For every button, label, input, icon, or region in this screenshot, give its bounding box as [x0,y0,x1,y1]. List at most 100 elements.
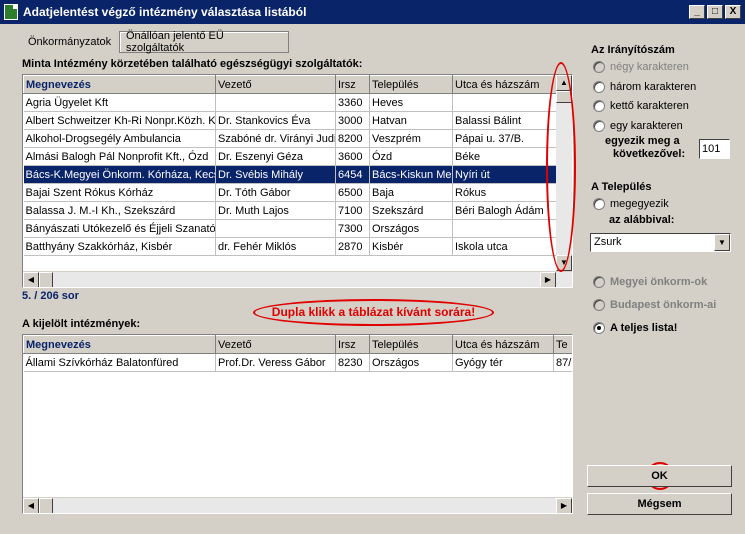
table-cell: Szekszárd [369,201,453,220]
table-cell: Bács-Kiskun Megye [369,165,453,184]
scroll-left-icon[interactable]: ◀ [23,498,39,513]
table-row[interactable]: Almási Balogh Pál Nonprofit Kft., Ózd Dr.… [23,147,572,166]
telepules-heading: A Település [591,181,652,193]
match-label: következővel: [613,148,686,160]
scroll-thumb[interactable] [39,272,53,287]
table-row[interactable]: Agria Ügyelet Kft 3360 Heves [23,93,572,112]
table-cell: Bajai Szent Rókus Kórház [23,183,216,202]
table-cell: Veszprém [369,129,453,148]
scrollbar-highlight-ellipse [546,62,576,272]
table-cell: Agria Ügyelet Kft [23,93,216,112]
irsz-match-input[interactable]: 101 [699,139,730,159]
title-bar: Adatjelentést végző intézmény választása… [0,0,745,24]
maximize-button[interactable]: □ [707,5,723,19]
table-cell: Dr. Stankovics Éva [215,111,336,130]
horizontal-scrollbar[interactable]: ◀ ▶ [23,271,572,287]
minimize-button[interactable]: _ [689,5,705,19]
radio-irsz-3[interactable] [593,81,605,93]
table-row[interactable]: Bajai Szent Rókus Kórház Dr. Tóth Gábor 65… [23,183,572,202]
radio-teljes-lista[interactable] [593,322,605,334]
column-header[interactable]: Irsz [335,335,370,354]
radio-label: kettő karakteren [610,100,689,112]
cancel-button[interactable]: Mégsem [587,493,732,515]
selected-rows: Állami Szívkórház Balatonfüred Prof.Dr. V… [23,353,572,372]
table-cell: Balassa J. M.-I Kh., Szekszárd [23,201,216,220]
table-cell: Dr. Eszenyi Géza [215,147,336,166]
tab-eu-szolgaltatok[interactable]: Önállóan jelentő EÜ szolgáltatók [119,30,289,54]
table-row[interactable]: Batthyány Szakkórház, Kisbér dr. Fehér Mi… [23,237,572,256]
table-cell: Állami Szívkórház Balatonfüred [23,353,216,372]
table-row[interactable]: Bányászati Utókezelő és Éjjeli Szanatóri… [23,219,572,238]
radio-label: A teljes lista! [610,322,678,334]
header-row: Megnevezés Vezető Irsz Település Utca és… [23,75,572,94]
radio-telepules[interactable] [593,198,605,210]
chevron-down-icon[interactable]: ▼ [714,234,730,251]
table-cell: Almási Balogh Pál Nonprofit Kft., Ózd [23,147,216,166]
table-row[interactable]: Albert Schweitzer Kh-Ri Nonpr.Közh. Kft D… [23,111,572,130]
column-header[interactable]: Utca és házszám [452,335,554,354]
column-header[interactable]: Vezető [215,335,336,354]
table-cell: 3000 [335,111,370,130]
tab-label: Önállóan jelentő EÜ szolgáltatók [126,30,224,54]
radio-label: Megyei önkorm-ok [610,276,708,288]
radio-irsz-4[interactable] [593,61,605,73]
column-header[interactable]: Megnevezés [23,75,216,94]
scroll-right-icon[interactable]: ▶ [556,498,572,513]
table-cell: 3360 [335,93,370,112]
table-row[interactable]: Bács-K.Megyei Önkorm. Kórháza, Kecskemét… [23,165,572,184]
table-cell: Hatvan [369,111,453,130]
radio-megyei[interactable] [593,276,605,288]
telepules-sub-label: az alábbival: [609,214,675,226]
table-row[interactable]: Állami Szívkórház Balatonfüred Prof.Dr. V… [23,353,572,372]
provider-grid[interactable]: Megnevezés Vezető Irsz Település Utca és… [22,74,573,288]
table-cell: 3600 [335,147,370,166]
table-cell: 8230 [335,353,370,372]
column-header[interactable]: Település [369,75,453,94]
table-cell: 2870 [335,237,370,256]
telepules-selected-value: Zsurk [594,236,622,248]
table-cell: Prof.Dr. Veress Gábor [215,353,336,372]
column-header[interactable]: Irsz [335,75,370,94]
table-cell: dr. Fehér Miklós [215,237,336,256]
tab-onkormanyzatok[interactable]: Önkormányzatok [22,31,114,53]
table-cell: Bányászati Utókezelő és Éjjeli Szanatóri… [23,219,216,238]
column-header[interactable]: Település [369,335,453,354]
table-cell: Országos [369,219,453,238]
scroll-right-icon[interactable]: ▶ [540,272,556,287]
close-button[interactable]: X [725,5,741,19]
table-cell: Baja [369,183,453,202]
table-cell: 7300 [335,219,370,238]
radio-label: egy karakteren [610,120,683,132]
table-cell: 6454 [335,165,370,184]
table-cell: 8200 [335,129,370,148]
table-cell: Kisbér [369,237,453,256]
table-cell: Alkohol-Drogsegély Ambulancia [23,129,216,148]
selected-grid[interactable]: Megnevezés Vezető Irsz Település Utca és… [22,334,573,514]
table-cell: Ózd [369,147,453,166]
radio-irsz-1[interactable] [593,120,605,132]
column-header[interactable]: Te [553,335,572,354]
scroll-thumb[interactable] [39,498,53,513]
table-cell: Országos [369,353,453,372]
telepules-select[interactable]: Zsurk ▼ [590,233,731,252]
radio-label: négy karakteren [610,61,689,73]
table-cell: Bács-K.Megyei Önkorm. Kórháza, Kecskemét [23,165,216,184]
column-header[interactable]: Vezető [215,75,336,94]
column-header[interactable]: Megnevezés [23,335,216,354]
radio-irsz-2[interactable] [593,100,605,112]
horizontal-scrollbar[interactable]: ◀ ▶ [23,497,572,513]
app-icon [4,4,18,20]
table-row[interactable]: Balassa J. M.-I Kh., Szekszárd Dr. Muth L… [23,201,572,220]
table-cell: Albert Schweitzer Kh-Ri Nonpr.Közh. Kft [23,111,216,130]
double-click-hint: Dupla klikk a táblázat kívánt sorára! [271,305,476,319]
scroll-left-icon[interactable]: ◀ [23,272,39,287]
radio-label: Budapest önkorm-ai [610,299,717,311]
provider-rows: Agria Ügyelet Kft 3360 Heves Albert Schweit… [23,93,572,256]
match-label: egyezik meg a [605,135,680,147]
header-row: Megnevezés Vezető Irsz Település Utca és… [23,335,572,354]
table-cell: Dr. Svébis Mihály [215,165,336,184]
ok-button[interactable]: OK [587,465,732,487]
radio-budapest[interactable] [593,299,605,311]
table-row[interactable]: Alkohol-Drogsegély Ambulancia Szabóné dr.… [23,129,572,148]
radio-label: három karakteren [610,81,697,93]
